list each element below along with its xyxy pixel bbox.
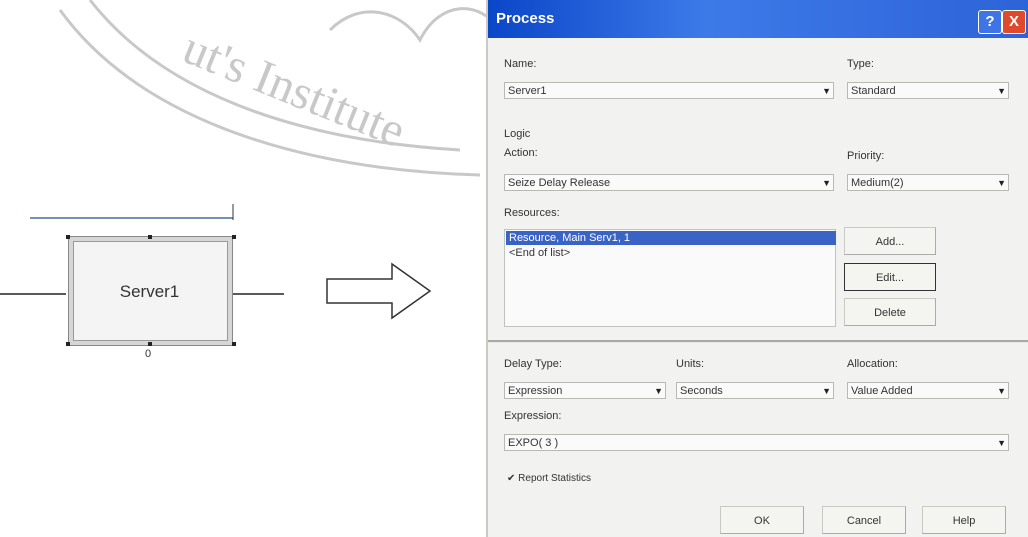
dropdown-arrow-icon: ▼ <box>997 86 1006 96</box>
name-select[interactable]: Server1 ▼ <box>504 82 834 99</box>
dialog-titlebar[interactable]: Process ? X <box>488 0 1028 38</box>
allocation-value: Value Added <box>851 385 913 397</box>
queue-counter: 0 <box>145 348 152 360</box>
type-select[interactable]: Standard ▼ <box>847 82 1009 99</box>
selection-handle[interactable] <box>148 235 152 239</box>
name-label: Name: <box>504 58 537 70</box>
process-dialog: Process ? X Name: Server1 ▼ Type: Standa… <box>486 0 1028 537</box>
action-value: Seize Delay Release <box>508 177 611 189</box>
add-button[interactable]: Add... <box>844 227 936 255</box>
checkmark-icon: ✔ <box>507 473 516 484</box>
selection-handle[interactable] <box>66 342 70 346</box>
type-value: Standard <box>851 85 896 97</box>
action-select[interactable]: Seize Delay Release ▼ <box>504 174 834 191</box>
priority-label: Priority: <box>847 150 885 162</box>
dropdown-arrow-icon: ▼ <box>822 178 831 188</box>
resources-label: Resources: <box>504 207 560 219</box>
priority-select[interactable]: Medium(2) ▼ <box>847 174 1009 191</box>
report-statistics-label: Report Statistics <box>518 473 591 484</box>
selection-handle[interactable] <box>232 235 236 239</box>
delay-type-value: Expression <box>508 385 563 397</box>
delay-type-label: Delay Type: <box>504 358 562 370</box>
close-icon[interactable]: X <box>1002 10 1026 34</box>
edit-button[interactable]: Edit... <box>844 263 936 291</box>
logic-group-label: Logic <box>504 128 531 140</box>
selection-handle[interactable] <box>232 342 236 346</box>
arrow-icon <box>326 262 432 320</box>
dropdown-arrow-icon: ▼ <box>997 386 1006 396</box>
units-value: Seconds <box>680 385 723 397</box>
selection-handle[interactable] <box>148 342 152 346</box>
units-label: Units: <box>676 358 705 370</box>
list-item[interactable]: <End of list> <box>509 247 570 259</box>
expression-input[interactable]: EXPO( 3 ) ▼ <box>504 434 1009 451</box>
dropdown-arrow-icon: ▼ <box>997 178 1006 188</box>
help-button[interactable]: Help <box>922 506 1006 534</box>
report-statistics-checkbox[interactable]: ✔ Report Statistics <box>507 473 591 484</box>
resources-list[interactable]: Resource, Main Serv1, 1 <End of list> <box>504 229 836 327</box>
expression-value: EXPO( 3 ) <box>508 437 559 449</box>
cancel-button[interactable]: Cancel <box>822 506 906 534</box>
ok-button[interactable]: OK <box>720 506 804 534</box>
expression-label: Expression: <box>504 410 562 422</box>
selection-handle[interactable] <box>66 235 70 239</box>
delete-button[interactable]: Delete <box>844 298 936 326</box>
delay-type-select[interactable]: Expression ▼ <box>504 382 666 399</box>
dropdown-arrow-icon: ▼ <box>822 86 831 96</box>
allocation-select[interactable]: Value Added ▼ <box>847 382 1009 399</box>
section-divider <box>488 340 1028 343</box>
help-icon[interactable]: ? <box>978 10 1002 34</box>
process-module-label: Server1 <box>119 282 180 301</box>
dropdown-arrow-icon: ▼ <box>822 386 831 396</box>
type-label: Type: <box>847 58 874 70</box>
name-value: Server1 <box>508 85 547 97</box>
dropdown-arrow-icon: ▼ <box>654 386 663 396</box>
action-label: Action: <box>504 147 538 159</box>
list-item-selected[interactable]: Resource, Main Serv1, 1 <box>506 231 836 245</box>
priority-value: Medium(2) <box>851 177 904 189</box>
units-select[interactable]: Seconds ▼ <box>676 382 834 399</box>
allocation-label: Allocation: <box>847 358 898 370</box>
dialog-title: Process <box>496 10 555 27</box>
dropdown-arrow-icon: ▼ <box>997 438 1006 448</box>
